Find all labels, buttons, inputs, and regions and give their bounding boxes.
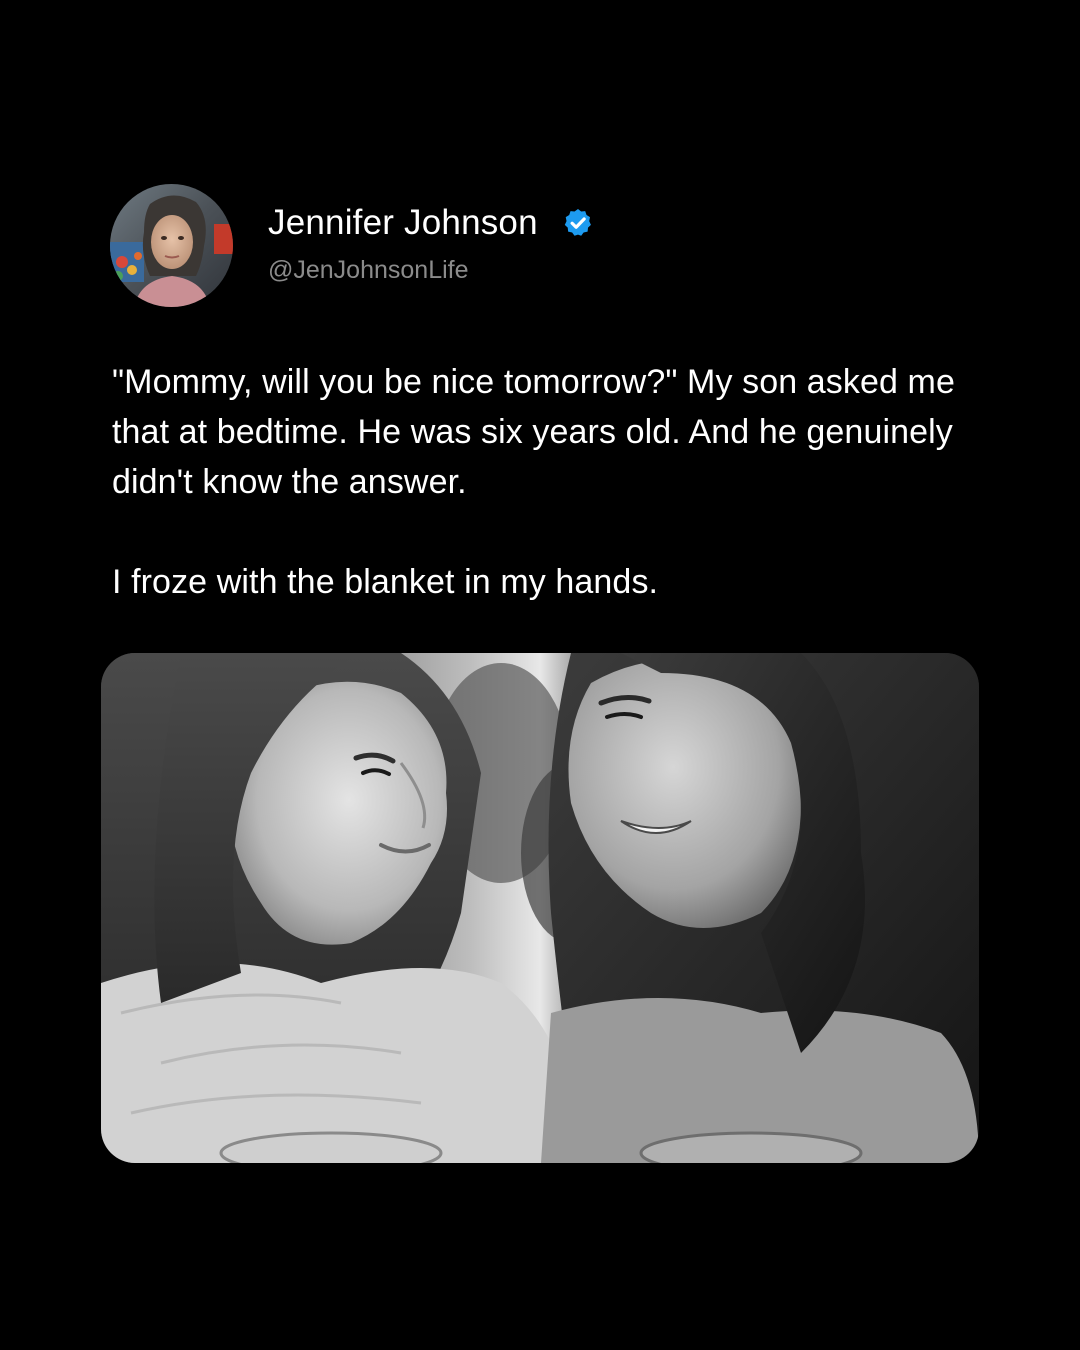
post-paragraph-2: I froze with the blanket in my hands. [112,563,659,601]
avatar-photo [110,184,233,307]
post-paragraph-1: "Mommy, will you be nice tomorrow?" My s… [112,363,955,501]
post-image[interactable] [101,653,979,1163]
author-display-name[interactable]: Jennifer Johnson [268,203,538,243]
mother-daughter-photo [101,653,979,1163]
avatar[interactable] [110,184,233,307]
post-text: "Mommy, will you be nice tomorrow?" My s… [112,357,1012,607]
author-handle[interactable]: @JenJohnsonLife [268,256,469,285]
post-card: Jennifer Johnson @JenJohnsonLife "Mommy,… [0,0,1080,1350]
verified-badge-icon [564,209,591,236]
author-name-row: Jennifer Johnson [268,200,594,246]
